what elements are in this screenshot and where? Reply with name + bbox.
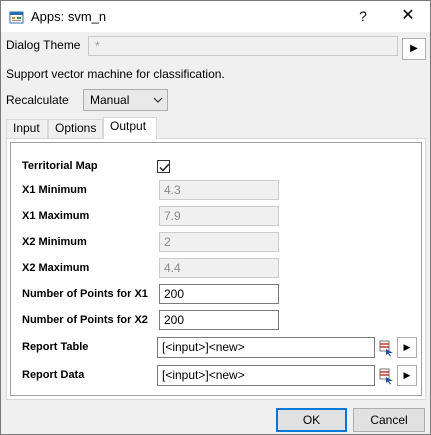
help-button[interactable]: ? — [348, 5, 378, 27]
points-x2-input[interactable]: 200 — [159, 310, 279, 330]
report-data-menu-button[interactable]: ▶ — [397, 365, 417, 386]
range-picker-icon — [379, 368, 393, 385]
report-table-label: Report Table — [22, 341, 89, 353]
chevron-down-icon — [153, 90, 163, 118]
report-table-input[interactable]: [<input>]<new> — [157, 337, 375, 358]
checkmark-icon — [159, 163, 170, 172]
report-data-input[interactable]: [<input>]<new> — [157, 365, 375, 386]
dialog-window: Apps: svm_n ? ✕ Dialog Theme * ▶ Support… — [0, 0, 431, 435]
close-button[interactable]: ✕ — [393, 5, 423, 27]
report-table-menu-button[interactable]: ▶ — [397, 337, 417, 358]
points-x1-input[interactable]: 200 — [159, 284, 279, 304]
app-description: Support vector machine for classificatio… — [6, 67, 225, 81]
recalculate-select[interactable]: Manual — [83, 89, 168, 111]
triangle-right-icon: ▶ — [410, 43, 418, 54]
recalculate-value: Manual — [90, 93, 130, 107]
territorial-map-label: Territorial Map — [22, 160, 98, 172]
report-table-picker-button[interactable] — [377, 337, 395, 358]
x1-maximum-field: 7.9 — [159, 206, 279, 226]
dialog-theme-field[interactable]: * — [88, 36, 398, 56]
points-x2-label: Number of Points for X2 — [22, 314, 148, 326]
output-tab-panel: Territorial Map X1 Minimum 4.3 X1 Maximu… — [6, 138, 426, 400]
cancel-button[interactable]: Cancel — [353, 408, 425, 432]
triangle-right-icon: ▶ — [403, 370, 411, 380]
territorial-map-checkbox[interactable] — [157, 160, 170, 173]
x1-maximum-label: X1 Maximum — [22, 210, 90, 222]
dialog-theme-label: Dialog Theme — [6, 38, 81, 52]
output-group: Territorial Map X1 Minimum 4.3 X1 Maximu… — [10, 142, 422, 396]
report-data-picker-button[interactable] — [377, 365, 395, 386]
tab-options[interactable]: Options — [48, 119, 103, 138]
tab-output[interactable]: Output — [103, 117, 157, 139]
points-x1-label: Number of Points for X1 — [22, 288, 148, 300]
title-bar: Apps: svm_n ? ✕ — [1, 1, 430, 32]
ok-button[interactable]: OK — [276, 408, 347, 432]
x2-maximum-field: 4.4 — [159, 258, 279, 278]
x2-minimum-field: 2 — [159, 232, 279, 252]
report-data-label: Report Data — [22, 369, 85, 381]
triangle-right-icon: ▶ — [403, 342, 411, 352]
app-icon — [9, 9, 25, 25]
recalculate-label: Recalculate — [6, 93, 69, 107]
x1-minimum-field: 4.3 — [159, 180, 279, 200]
range-picker-icon — [379, 340, 393, 357]
x2-minimum-label: X2 Minimum — [22, 236, 87, 248]
tab-input[interactable]: Input — [6, 119, 48, 138]
x2-maximum-label: X2 Maximum — [22, 262, 90, 274]
x1-minimum-label: X1 Minimum — [22, 184, 87, 196]
window-title: Apps: svm_n — [31, 9, 107, 24]
theme-menu-button[interactable]: ▶ — [402, 38, 426, 60]
